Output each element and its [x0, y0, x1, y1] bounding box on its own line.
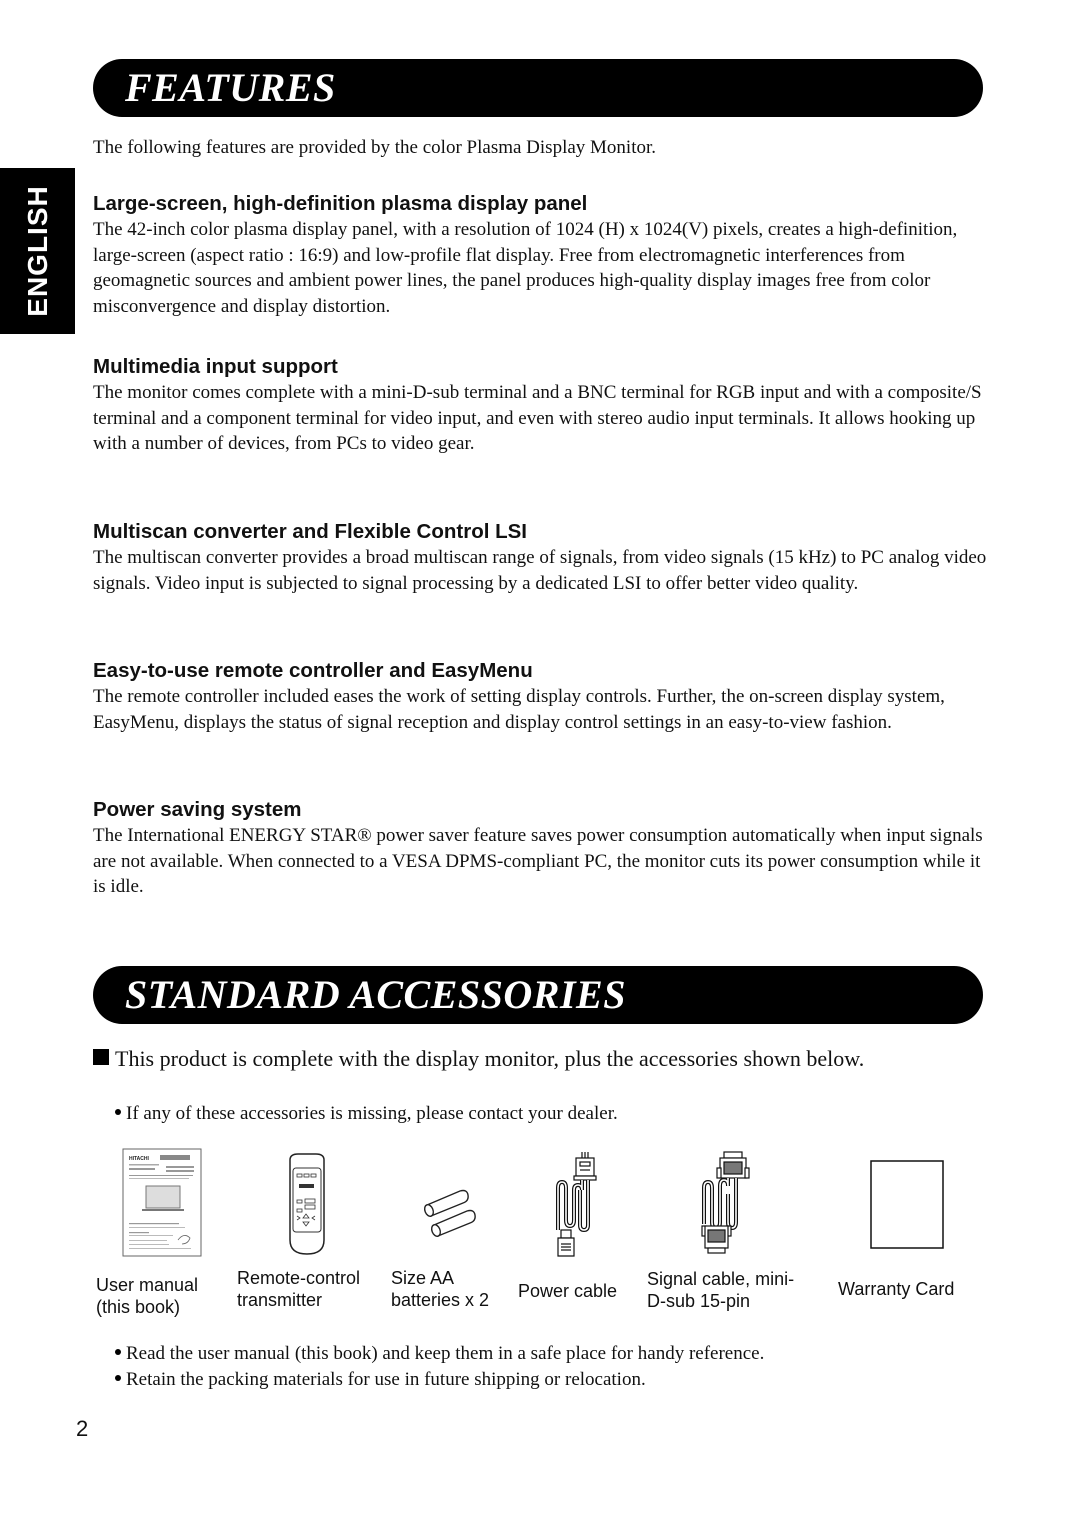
accessory-label: Warranty Card [838, 1278, 954, 1300]
note-missing: If any of these accessories is missing, … [115, 1102, 618, 1126]
bullet-icon [115, 1109, 121, 1115]
feature-body: The monitor comes complete with a mini-D… [93, 382, 982, 454]
accessory-label: User manual (this book) [96, 1274, 198, 1318]
feature-section: Power saving system The International EN… [93, 797, 988, 900]
feature-heading: Multiscan converter and Flexible Control… [93, 520, 527, 543]
accessory-label-line: Warranty Card [838, 1279, 955, 1299]
accessory-label: Power cable [518, 1280, 617, 1302]
remote-control-icon [289, 1153, 325, 1255]
accessory-label-line: Signal cable, mini- [647, 1269, 795, 1289]
feature-heading: Large-screen, high-definition plasma dis… [93, 192, 588, 215]
signal-cable-icon [701, 1151, 750, 1254]
page-number: 2 [76, 1416, 89, 1441]
accessory-label: Signal cable, mini- D-sub 15-pin [647, 1268, 794, 1312]
feature-section: Easy-to-use remote controller and EasyMe… [93, 658, 988, 735]
accessory-label-line: transmitter [237, 1290, 323, 1310]
note-read-text: Read the user manual (this book) and kee… [126, 1343, 765, 1364]
feature-section: Large-screen, high-definition plasma dis… [93, 191, 988, 319]
note-read: Read the user manual (this book) and kee… [115, 1342, 764, 1366]
feature-body: The multiscan converter provides a broad… [93, 547, 987, 594]
accessories-lead-text: This product is complete with the displa… [115, 1046, 865, 1071]
feature-heading: Power saving system [93, 798, 302, 821]
bullet-icon [115, 1375, 121, 1381]
accessory-label-line: D-sub 15-pin [647, 1291, 751, 1311]
batteries-icon [423, 1189, 476, 1237]
feature-heading: Multimedia input support [93, 355, 338, 378]
feature-body: The 42-inch color plasma display panel, … [93, 219, 958, 317]
note-retain: Retain the packing materials for use in … [115, 1368, 646, 1392]
accessory-label-line: Remote-control [237, 1268, 361, 1288]
accessory-label-line: Power cable [518, 1281, 618, 1301]
features-intro: The following features are provided by t… [93, 137, 657, 158]
bullet-icon [115, 1349, 121, 1355]
features-banner: FEATURES [93, 59, 983, 117]
accessory-label-line: User manual [96, 1275, 199, 1295]
note-retain-text: Retain the packing materials for use in … [126, 1369, 646, 1390]
accessories-banner: STANDARD ACCESSORIES [93, 966, 983, 1024]
accessories-lead: This product is complete with the displa… [93, 1045, 953, 1073]
warranty-card-icon [870, 1160, 944, 1249]
accessory-label: Remote-control transmitter [237, 1267, 360, 1311]
user-manual-icon: HITACHI [122, 1148, 202, 1257]
note-missing-text: If any of these accessories is missing, … [126, 1103, 618, 1124]
accessory-label-line: (this book) [96, 1297, 181, 1317]
square-bullet-icon [93, 1049, 109, 1065]
features-title: FEATURES [125, 65, 336, 110]
accessory-label-line: batteries x 2 [391, 1290, 490, 1310]
language-tab-label: ENGLISH [21, 185, 53, 317]
manual-brand: HITACHI [129, 1156, 150, 1162]
accessory-label-line: Size AA [391, 1268, 455, 1288]
feature-section: Multiscan converter and Flexible Control… [93, 519, 988, 596]
accessories-title: STANDARD ACCESSORIES [125, 972, 626, 1017]
power-cable-icon [556, 1152, 597, 1257]
feature-body: The remote controller included eases the… [93, 686, 945, 733]
accessory-label: Size AA batteries x 2 [391, 1267, 489, 1311]
feature-body: The International ENERGY STAR® power sav… [93, 825, 983, 897]
language-tab: ENGLISH [0, 168, 75, 334]
feature-heading: Easy-to-use remote controller and EasyMe… [93, 659, 533, 682]
feature-section: Multimedia input support The monitor com… [93, 354, 988, 457]
